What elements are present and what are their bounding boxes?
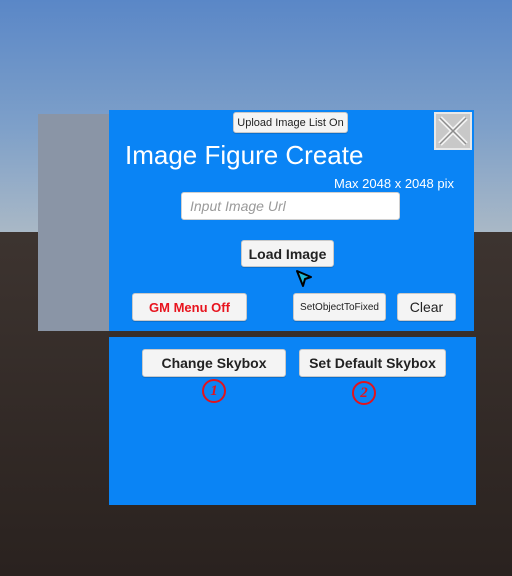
page-title: Image Figure Create: [125, 140, 364, 170]
cursor-icon: [296, 270, 312, 287]
gm-menu-toggle-button[interactable]: GM Menu Off: [132, 293, 247, 321]
set-default-skybox-button[interactable]: Set Default Skybox: [299, 349, 446, 377]
max-size-text: Max 2048 x 2048 pix: [334, 176, 454, 191]
change-skybox-button[interactable]: Change Skybox: [142, 349, 286, 377]
image-url-input[interactable]: [181, 192, 400, 220]
side-panel: [38, 114, 111, 331]
load-image-button[interactable]: Load Image: [241, 240, 334, 267]
annotation-marker-2: 2: [352, 381, 376, 405]
close-button[interactable]: [434, 112, 472, 150]
set-object-fixed-button[interactable]: SetObjectToFixed: [293, 293, 386, 321]
close-icon: [438, 116, 468, 146]
clear-button[interactable]: Clear: [397, 293, 456, 321]
upload-image-list-button[interactable]: Upload Image List On: [233, 112, 348, 133]
annotation-marker-1: 1: [202, 379, 226, 403]
